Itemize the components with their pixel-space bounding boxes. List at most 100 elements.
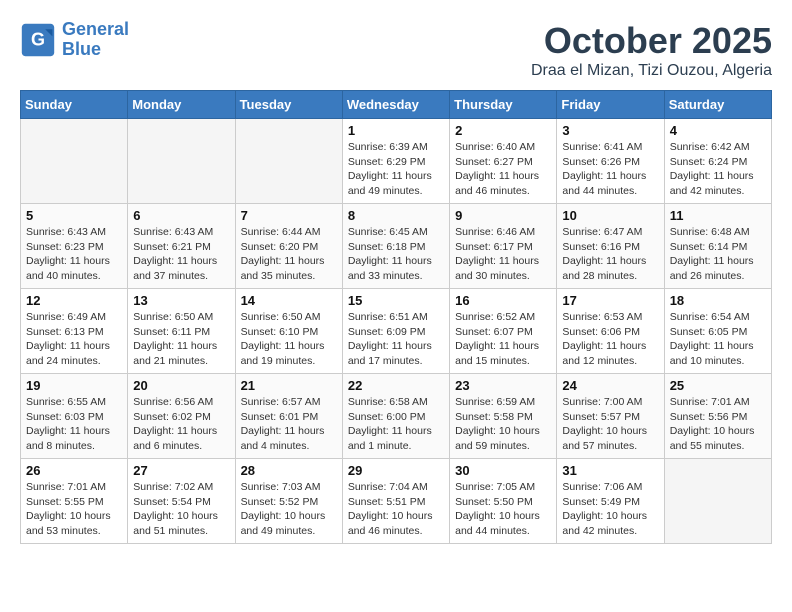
day-number: 8: [348, 208, 444, 223]
day-number: 1: [348, 123, 444, 138]
day-info: Sunrise: 6:55 AM Sunset: 6:03 PM Dayligh…: [26, 395, 122, 454]
calendar-cell: 26Sunrise: 7:01 AM Sunset: 5:55 PM Dayli…: [21, 459, 128, 544]
day-number: 19: [26, 378, 122, 393]
calendar-cell: 20Sunrise: 6:56 AM Sunset: 6:02 PM Dayli…: [128, 374, 235, 459]
day-info: Sunrise: 7:01 AM Sunset: 5:55 PM Dayligh…: [26, 480, 122, 539]
calendar-cell: 1 Sunrise: 6:39 AM Sunset: 6:29 PM Daylig…: [342, 119, 449, 204]
calendar-cell: 7 Sunrise: 6:44 AM Sunset: 6:20 PM Daylig…: [235, 204, 342, 289]
day-info: Sunrise: 6:58 AM Sunset: 6:00 PM Dayligh…: [348, 395, 444, 454]
calendar-week-5: 26Sunrise: 7:01 AM Sunset: 5:55 PM Dayli…: [21, 459, 772, 544]
day-number: 23: [455, 378, 551, 393]
day-number: 3: [562, 123, 658, 138]
day-number: 27: [133, 463, 229, 478]
day-info: Sunrise: 6:42 AM Sunset: 6:24 PM Dayligh…: [670, 140, 766, 199]
day-number: 12: [26, 293, 122, 308]
header-friday: Friday: [557, 91, 664, 119]
day-info: Sunrise: 6:50 AM Sunset: 6:11 PM Dayligh…: [133, 310, 229, 369]
calendar-cell: 5Sunrise: 6:43 AM Sunset: 6:23 PM Daylig…: [21, 204, 128, 289]
calendar-cell: [128, 119, 235, 204]
day-number: 14: [241, 293, 337, 308]
day-info: Sunrise: 6:52 AM Sunset: 6:07 PM Dayligh…: [455, 310, 551, 369]
calendar-cell: 16 Sunrise: 6:52 AM Sunset: 6:07 PM Dayli…: [450, 289, 557, 374]
day-number: 6: [133, 208, 229, 223]
day-info: Sunrise: 6:48 AM Sunset: 6:14 PM Dayligh…: [670, 225, 766, 284]
calendar-cell: 31 Sunrise: 7:06 AM Sunset: 5:49 PM Dayli…: [557, 459, 664, 544]
calendar-cell: 28 Sunrise: 7:03 AM Sunset: 5:52 PM Dayli…: [235, 459, 342, 544]
calendar-cell: 12 Sunrise: 6:49 AM Sunset: 6:13 PM Dayli…: [21, 289, 128, 374]
calendar-cell: 24 Sunrise: 7:00 AM Sunset: 5:57 PM Dayli…: [557, 374, 664, 459]
day-info: Sunrise: 6:46 AM Sunset: 6:17 PM Dayligh…: [455, 225, 551, 284]
day-number: 22: [348, 378, 444, 393]
calendar-cell: 21 Sunrise: 6:57 AM Sunset: 6:01 PM Dayli…: [235, 374, 342, 459]
day-info: Sunrise: 7:00 AM Sunset: 5:57 PM Dayligh…: [562, 395, 658, 454]
day-number: 28: [241, 463, 337, 478]
day-info: Sunrise: 6:51 AM Sunset: 6:09 PM Dayligh…: [348, 310, 444, 369]
svg-text:G: G: [31, 29, 45, 49]
day-number: 15: [348, 293, 444, 308]
calendar-cell: 6 Sunrise: 6:43 AM Sunset: 6:21 PM Daylig…: [128, 204, 235, 289]
day-info: Sunrise: 6:43 AM Sunset: 6:21 PM Dayligh…: [133, 225, 229, 284]
day-info: Sunrise: 6:39 AM Sunset: 6:29 PM Dayligh…: [348, 140, 444, 199]
day-number: 9: [455, 208, 551, 223]
day-info: Sunrise: 7:06 AM Sunset: 5:49 PM Dayligh…: [562, 480, 658, 539]
location-subtitle: Draa el Mizan, Tizi Ouzou, Algeria: [531, 62, 772, 80]
calendar-cell: 17Sunrise: 6:53 AM Sunset: 6:06 PM Dayli…: [557, 289, 664, 374]
day-number: 13: [133, 293, 229, 308]
header-saturday: Saturday: [664, 91, 771, 119]
day-info: Sunrise: 6:50 AM Sunset: 6:10 PM Dayligh…: [241, 310, 337, 369]
header-wednesday: Wednesday: [342, 91, 449, 119]
calendar-cell: 11 Sunrise: 6:48 AM Sunset: 6:14 PM Dayli…: [664, 204, 771, 289]
calendar-cell: 30Sunrise: 7:05 AM Sunset: 5:50 PM Dayli…: [450, 459, 557, 544]
day-number: 11: [670, 208, 766, 223]
day-info: Sunrise: 6:44 AM Sunset: 6:20 PM Dayligh…: [241, 225, 337, 284]
calendar-cell: 9 Sunrise: 6:46 AM Sunset: 6:17 PM Daylig…: [450, 204, 557, 289]
day-number: 30: [455, 463, 551, 478]
logo-line2: Blue: [62, 39, 101, 59]
day-number: 31: [562, 463, 658, 478]
day-number: 2: [455, 123, 551, 138]
calendar-cell: 10Sunrise: 6:47 AM Sunset: 6:16 PM Dayli…: [557, 204, 664, 289]
calendar-week-1: 1 Sunrise: 6:39 AM Sunset: 6:29 PM Daylig…: [21, 119, 772, 204]
day-number: 4: [670, 123, 766, 138]
calendar-cell: 19 Sunrise: 6:55 AM Sunset: 6:03 PM Dayli…: [21, 374, 128, 459]
day-info: Sunrise: 6:43 AM Sunset: 6:23 PM Dayligh…: [26, 225, 122, 284]
page-header: G General Blue October 2025 Draa el Miza…: [20, 20, 772, 80]
calendar-cell: 2 Sunrise: 6:40 AM Sunset: 6:27 PM Daylig…: [450, 119, 557, 204]
calendar-cell: 3 Sunrise: 6:41 AM Sunset: 6:26 PM Daylig…: [557, 119, 664, 204]
month-title: October 2025: [531, 20, 772, 62]
day-info: Sunrise: 7:02 AM Sunset: 5:54 PM Dayligh…: [133, 480, 229, 539]
logo-icon: G: [20, 22, 56, 58]
day-number: 24: [562, 378, 658, 393]
day-info: Sunrise: 7:03 AM Sunset: 5:52 PM Dayligh…: [241, 480, 337, 539]
day-number: 16: [455, 293, 551, 308]
logo-line1: General: [62, 19, 129, 39]
calendar-cell: 4 Sunrise: 6:42 AM Sunset: 6:24 PM Daylig…: [664, 119, 771, 204]
calendar-cell: 13 Sunrise: 6:50 AM Sunset: 6:11 PM Dayli…: [128, 289, 235, 374]
title-block: October 2025 Draa el Mizan, Tizi Ouzou, …: [531, 20, 772, 80]
header-sunday: Sunday: [21, 91, 128, 119]
day-number: 7: [241, 208, 337, 223]
day-info: Sunrise: 6:57 AM Sunset: 6:01 PM Dayligh…: [241, 395, 337, 454]
calendar-week-4: 19 Sunrise: 6:55 AM Sunset: 6:03 PM Dayli…: [21, 374, 772, 459]
day-info: Sunrise: 6:47 AM Sunset: 6:16 PM Dayligh…: [562, 225, 658, 284]
day-info: Sunrise: 6:40 AM Sunset: 6:27 PM Dayligh…: [455, 140, 551, 199]
calendar-cell: [664, 459, 771, 544]
day-info: Sunrise: 6:49 AM Sunset: 6:13 PM Dayligh…: [26, 310, 122, 369]
day-number: 21: [241, 378, 337, 393]
calendar-cell: [235, 119, 342, 204]
day-info: Sunrise: 6:59 AM Sunset: 5:58 PM Dayligh…: [455, 395, 551, 454]
day-number: 18: [670, 293, 766, 308]
calendar-week-3: 12 Sunrise: 6:49 AM Sunset: 6:13 PM Dayli…: [21, 289, 772, 374]
day-number: 17: [562, 293, 658, 308]
day-info: Sunrise: 7:01 AM Sunset: 5:56 PM Dayligh…: [670, 395, 766, 454]
calendar-table: SundayMondayTuesdayWednesdayThursdayFrid…: [20, 90, 772, 544]
day-info: Sunrise: 6:41 AM Sunset: 6:26 PM Dayligh…: [562, 140, 658, 199]
header-thursday: Thursday: [450, 91, 557, 119]
day-info: Sunrise: 6:54 AM Sunset: 6:05 PM Dayligh…: [670, 310, 766, 369]
calendar-cell: 29Sunrise: 7:04 AM Sunset: 5:51 PM Dayli…: [342, 459, 449, 544]
calendar-cell: [21, 119, 128, 204]
calendar-header-row: SundayMondayTuesdayWednesdayThursdayFrid…: [21, 91, 772, 119]
logo-text: General Blue: [62, 20, 129, 60]
calendar-cell: 14 Sunrise: 6:50 AM Sunset: 6:10 PM Dayli…: [235, 289, 342, 374]
calendar-cell: 22 Sunrise: 6:58 AM Sunset: 6:00 PM Dayli…: [342, 374, 449, 459]
